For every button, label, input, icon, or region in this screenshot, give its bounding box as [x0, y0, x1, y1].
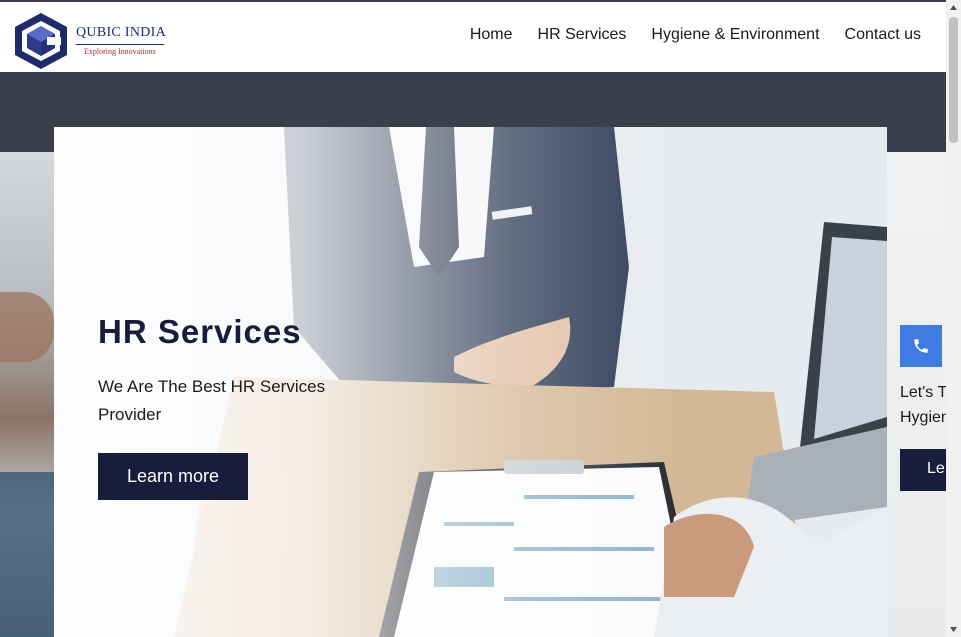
brand-divider	[76, 44, 164, 45]
hero-slide: HR Services We Are The Best HR Services …	[54, 127, 887, 637]
brand-name: QUBIC INDIA	[76, 25, 167, 40]
previous-slide-peek	[0, 152, 54, 637]
nav-home[interactable]: Home	[470, 26, 513, 44]
nav-hygiene-environment[interactable]: Hygiene & Environment	[651, 26, 819, 44]
previous-slide-image-detail-2	[0, 472, 54, 637]
scroll-up-arrow-icon[interactable]	[946, 0, 961, 15]
cube-logo-icon	[15, 13, 67, 69]
vertical-scrollbar[interactable]	[946, 0, 961, 637]
main-nav: Home HR Services Hygiene & Environment C…	[470, 26, 921, 44]
hero-title: HR Services	[98, 313, 302, 350]
hero-subtitle: We Are The Best HR Services Provider	[98, 377, 326, 424]
site-logo[interactable]: QUBIC INDIA Exploring Innovations	[11, 11, 171, 71]
site-header: QUBIC INDIA Exploring Innovations Home H…	[0, 2, 946, 72]
learn-more-button[interactable]: Learn more	[98, 453, 248, 500]
brand-tagline: Exploring Innovations	[84, 47, 156, 56]
scrollbar-thumb[interactable]	[949, 17, 958, 143]
next-slide-text-line1: Let's Ta	[900, 384, 946, 401]
next-slide-peek: Let's Ta Hygien Le	[887, 152, 946, 637]
scroll-down-arrow-icon[interactable]	[946, 622, 961, 637]
nav-hr-services[interactable]: HR Services	[538, 26, 627, 44]
next-slide-text-line2: Hygien	[900, 409, 946, 426]
call-button[interactable]	[900, 325, 942, 367]
next-slide-learn-more-button[interactable]: Le	[900, 449, 946, 491]
nav-contact-us[interactable]: Contact us	[845, 26, 921, 44]
page: QUBIC INDIA Exploring Innovations Home H…	[0, 0, 946, 637]
next-slide-text: Let's Ta Hygien	[900, 380, 946, 430]
previous-slide-image-detail	[0, 292, 54, 362]
phone-icon	[914, 339, 928, 353]
